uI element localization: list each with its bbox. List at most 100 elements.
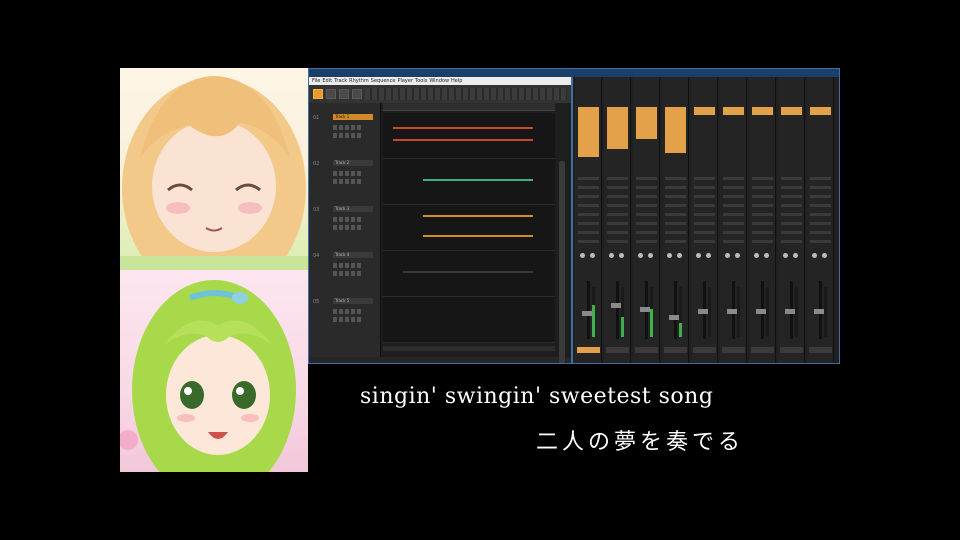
menu-item-player[interactable]: Player (397, 77, 413, 85)
insert-slot[interactable] (752, 240, 773, 243)
track-controls[interactable] (333, 309, 363, 314)
menu-item-rhythm[interactable]: Rhythm (349, 77, 369, 85)
channel-name-label[interactable] (780, 347, 803, 353)
pan-knob-icon[interactable] (783, 253, 788, 258)
track-name[interactable]: Track 5 (333, 298, 373, 304)
track-lane[interactable] (383, 297, 555, 343)
pan-knob-icon[interactable] (764, 253, 769, 258)
bus-send-block[interactable] (665, 107, 686, 153)
pan-knob-icon[interactable] (696, 253, 701, 258)
insert-slot[interactable] (723, 240, 744, 243)
pan-knob-icon[interactable] (667, 253, 672, 258)
bus-send-block[interactable] (578, 107, 599, 157)
track-controls[interactable] (333, 125, 363, 130)
channel-name-label[interactable] (722, 347, 745, 353)
menu-item-track[interactable]: Track (334, 77, 347, 85)
arrangement-lanes[interactable] (383, 103, 555, 357)
insert-slot[interactable] (723, 186, 744, 189)
insert-slot[interactable] (578, 240, 599, 243)
insert-slot[interactable] (578, 177, 599, 180)
insert-slot[interactable] (723, 213, 744, 216)
insert-slot[interactable] (694, 240, 715, 243)
bus-send-block[interactable] (810, 107, 831, 115)
track-header[interactable]: 03 Track 3 (313, 205, 379, 251)
mixer-channel-strip[interactable] (749, 77, 776, 363)
record-tool-button[interactable] (339, 89, 349, 99)
insert-slot[interactable] (752, 186, 773, 189)
insert-slot[interactable] (636, 177, 657, 180)
insert-slot[interactable] (607, 213, 628, 216)
track-lane[interactable] (383, 251, 555, 297)
insert-slot[interactable] (752, 195, 773, 198)
insert-slot[interactable] (810, 222, 831, 225)
channel-name-label[interactable] (577, 347, 600, 353)
channel-name-label[interactable] (664, 347, 687, 353)
insert-slot[interactable] (810, 240, 831, 243)
pan-knob-icon[interactable] (590, 253, 595, 258)
insert-slot[interactable] (665, 213, 686, 216)
insert-slot[interactable] (607, 240, 628, 243)
bus-send-block[interactable] (636, 107, 657, 139)
insert-slot[interactable] (752, 222, 773, 225)
mixer-channel-strip[interactable] (604, 77, 631, 363)
mixer-channel-strip[interactable] (662, 77, 689, 363)
insert-slot[interactable] (607, 204, 628, 207)
track-name[interactable]: Track 2 (333, 160, 373, 166)
bus-send-block[interactable] (781, 107, 802, 115)
insert-slot[interactable] (607, 195, 628, 198)
mixer-channel-strip[interactable] (778, 77, 805, 363)
insert-slot[interactable] (810, 177, 831, 180)
insert-slot[interactable] (665, 177, 686, 180)
insert-slot[interactable] (723, 177, 744, 180)
insert-slot[interactable] (781, 177, 802, 180)
channel-name-label[interactable] (751, 347, 774, 353)
insert-slot[interactable] (694, 204, 715, 207)
insert-slot[interactable] (636, 240, 657, 243)
track-name[interactable]: Track 3 (333, 206, 373, 212)
insert-slot[interactable] (752, 213, 773, 216)
insert-slot[interactable] (665, 222, 686, 225)
track-header[interactable]: 05 Track 5 (313, 297, 379, 343)
track-lane[interactable] (383, 113, 555, 159)
pan-knob-icon[interactable] (793, 253, 798, 258)
track-header[interactable]: 04 Track 4 (313, 251, 379, 297)
mixer-channel-strip[interactable] (720, 77, 747, 363)
track-header[interactable]: 01 Track 1 (313, 113, 379, 159)
insert-slot[interactable] (810, 231, 831, 234)
insert-slot[interactable] (781, 231, 802, 234)
mixer-channel-strip[interactable] (807, 77, 834, 363)
insert-slot[interactable] (636, 222, 657, 225)
insert-slot[interactable] (694, 186, 715, 189)
pan-knob-icon[interactable] (580, 253, 585, 258)
pan-knob-icon[interactable] (706, 253, 711, 258)
transport-strip[interactable] (365, 88, 567, 100)
bus-send-block[interactable] (752, 107, 773, 115)
pan-knob-icon[interactable] (648, 253, 653, 258)
track-controls[interactable] (333, 217, 363, 222)
channel-name-label[interactable] (809, 347, 832, 353)
insert-slot[interactable] (578, 222, 599, 225)
pan-knob-icon[interactable] (638, 253, 643, 258)
insert-slot[interactable] (781, 186, 802, 189)
bus-send-block[interactable] (607, 107, 628, 149)
mixer-channel-strip[interactable] (633, 77, 660, 363)
midi-clip[interactable] (423, 179, 533, 181)
midi-clip[interactable] (403, 271, 533, 273)
pan-knob-icon[interactable] (609, 253, 614, 258)
track-lane[interactable] (383, 159, 555, 205)
insert-slot[interactable] (578, 231, 599, 234)
midi-clip[interactable] (393, 127, 533, 129)
insert-slot[interactable] (607, 186, 628, 189)
insert-slot[interactable] (694, 213, 715, 216)
mixer-channel-strip[interactable] (691, 77, 718, 363)
insert-slot[interactable] (723, 231, 744, 234)
insert-slot[interactable] (752, 177, 773, 180)
insert-slot[interactable] (607, 222, 628, 225)
insert-slot[interactable] (694, 222, 715, 225)
insert-slot[interactable] (781, 222, 802, 225)
track-controls[interactable] (333, 271, 363, 276)
insert-slot[interactable] (607, 177, 628, 180)
pan-knob-icon[interactable] (725, 253, 730, 258)
menu-item-tools[interactable]: Tools (415, 77, 427, 85)
insert-slot[interactable] (665, 186, 686, 189)
